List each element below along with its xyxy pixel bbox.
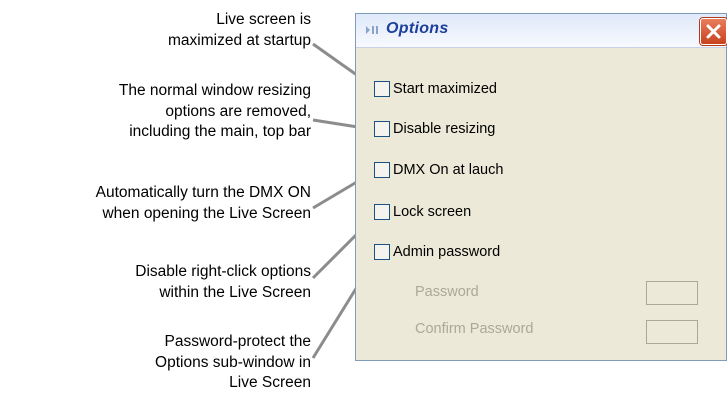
option-dmx-on[interactable]: DMX On at lauch (374, 160, 503, 180)
option-start-maximized[interactable]: Start maximized (374, 79, 497, 99)
title-bar[interactable]: Options (356, 14, 727, 48)
admin-password-checkbox[interactable] (374, 244, 390, 260)
disable-resizing-checkbox[interactable] (374, 121, 390, 137)
option-disable-resizing[interactable]: Disable resizing (374, 119, 495, 139)
password-label: Password (415, 284, 479, 300)
start-maximized-checkbox[interactable] (374, 81, 390, 97)
disable-resizing-label: Disable resizing (393, 121, 496, 137)
dmx-on-label: DMX On at lauch (393, 162, 504, 178)
start-maximized-label: Start maximized (393, 81, 497, 97)
close-icon (706, 24, 721, 39)
options-window: Options Start maximized Disable resizing… (355, 13, 727, 361)
dmx-on-checkbox[interactable] (374, 162, 390, 178)
option-admin-password[interactable]: Admin password (374, 242, 500, 262)
lock-screen-label: Lock screen (393, 204, 472, 220)
grip-icon (366, 26, 378, 34)
admin-password-label: Admin password (393, 244, 501, 260)
confirm-password-input[interactable] (646, 320, 698, 344)
option-lock-screen[interactable]: Lock screen (374, 202, 471, 222)
close-button[interactable] (700, 18, 727, 45)
lock-screen-checkbox[interactable] (374, 204, 390, 220)
confirm-password-label: Confirm Password (415, 321, 534, 337)
window-title: Options (386, 20, 449, 37)
password-input[interactable] (646, 281, 698, 305)
